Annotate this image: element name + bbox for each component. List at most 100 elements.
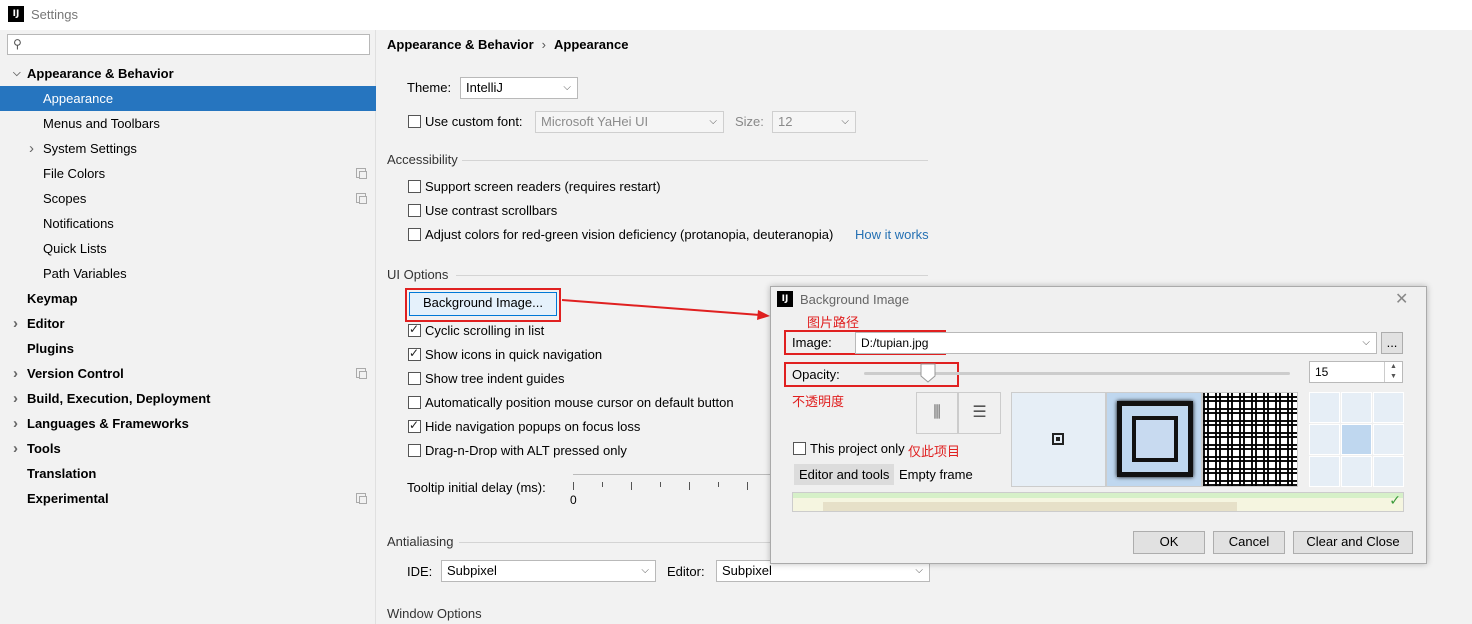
chevron-right-icon[interactable]: › bbox=[13, 311, 18, 336]
chevron-right-icon[interactable]: › bbox=[13, 436, 18, 461]
sidebar-item-label: Version Control bbox=[27, 366, 124, 381]
tab-empty-frame[interactable]: Empty frame bbox=[894, 464, 978, 485]
image-path-input[interactable]: D:/tupian.jpg ⌵ bbox=[855, 332, 1377, 354]
flip-vertical-icon[interactable]: ☰ bbox=[958, 392, 1001, 434]
ui-option-label: Show tree indent guides bbox=[425, 371, 565, 386]
size-select[interactable]: 12 ⌵ bbox=[772, 111, 856, 133]
flip-horizontal-icon[interactable]: ⫼ bbox=[916, 392, 958, 434]
project-only-checkbox[interactable] bbox=[793, 442, 806, 455]
anchor-cell[interactable] bbox=[1309, 392, 1340, 423]
tab-editor-and-tools[interactable]: Editor and tools bbox=[794, 464, 895, 485]
opacity-spinner[interactable]: 15 ▲ ▼ bbox=[1309, 361, 1403, 383]
ui-option-checkbox[interactable] bbox=[408, 444, 421, 457]
anchor-cell[interactable] bbox=[1373, 392, 1404, 423]
sidebar-item-quick-lists[interactable]: Quick Lists bbox=[0, 236, 376, 261]
ide-antialiasing-value: Subpixel bbox=[447, 563, 497, 578]
sidebar-item-system-settings[interactable]: › System Settings bbox=[0, 136, 376, 161]
theme-select[interactable]: IntelliJ ⌵ bbox=[460, 77, 578, 99]
close-icon[interactable]: ✕ bbox=[1395, 289, 1408, 309]
font-select[interactable]: Microsoft YaHei UI ⌵ bbox=[535, 111, 724, 133]
chevron-right-icon[interactable]: › bbox=[13, 411, 18, 436]
ui-option-label: Hide navigation popups on focus loss bbox=[425, 419, 641, 434]
sidebar-item-scopes[interactable]: Scopes bbox=[0, 186, 376, 211]
anchor-cell[interactable] bbox=[1373, 456, 1404, 487]
chevron-right-icon[interactable]: › bbox=[13, 361, 18, 386]
ok-button[interactable]: OK bbox=[1133, 531, 1205, 554]
sidebar-item-appearance[interactable]: Appearance bbox=[0, 86, 376, 111]
chevron-right-icon[interactable]: › bbox=[13, 386, 18, 411]
ui-option-checkbox[interactable] bbox=[408, 372, 421, 385]
ui-option-checkbox[interactable] bbox=[408, 396, 421, 409]
custom-font-label: Use custom font: bbox=[425, 114, 523, 129]
sidebar-item-label: Experimental bbox=[27, 491, 109, 506]
fill-mode-tile[interactable] bbox=[1202, 392, 1298, 487]
cancel-button[interactable]: Cancel bbox=[1213, 531, 1285, 554]
check-icon: ✓ bbox=[1389, 492, 1401, 508]
browse-button[interactable]: ... bbox=[1381, 332, 1403, 354]
sidebar-item-label: Keymap bbox=[27, 291, 78, 306]
anchor-cell[interactable] bbox=[1373, 424, 1404, 455]
sidebar-item-label: File Colors bbox=[43, 166, 106, 181]
sidebar-item-path-variables[interactable]: Path Variables bbox=[0, 261, 376, 286]
anchor-cell[interactable] bbox=[1309, 456, 1340, 487]
sidebar-item-translation[interactable]: Translation bbox=[0, 461, 376, 486]
ui-option-checkbox[interactable] bbox=[408, 346, 421, 361]
project-only-label: This project only bbox=[810, 441, 905, 456]
screen-readers-checkbox[interactable] bbox=[408, 180, 421, 193]
sidebar-item-label: Tools bbox=[27, 441, 61, 456]
sidebar-item-appearance-behavior[interactable]: ⌵ Appearance & Behavior bbox=[0, 61, 376, 86]
sidebar-item-keymap[interactable]: Keymap bbox=[0, 286, 376, 311]
project-settings-icon bbox=[356, 193, 367, 204]
sidebar-item-experimental[interactable]: Experimental bbox=[0, 486, 376, 511]
anchor-cell[interactable] bbox=[1341, 456, 1372, 487]
anchor-cell[interactable] bbox=[1341, 392, 1372, 423]
title-bar bbox=[0, 0, 1472, 30]
ui-options-section-title: UI Options bbox=[387, 267, 449, 282]
opacity-slider-thumb[interactable] bbox=[919, 362, 937, 387]
sidebar-item-plugins[interactable]: Plugins bbox=[0, 336, 376, 361]
accessibility-section-title: Accessibility bbox=[387, 152, 458, 167]
sidebar-item-languages-frameworks[interactable]: › Languages & Frameworks bbox=[0, 411, 376, 436]
sidebar-item-build-execution-deployment[interactable]: › Build, Execution, Deployment bbox=[0, 386, 376, 411]
chevron-down-icon: ⌵ bbox=[709, 116, 717, 127]
contrast-scrollbars-checkbox[interactable] bbox=[408, 204, 421, 217]
tooltip-delay-label: Tooltip initial delay (ms): bbox=[407, 480, 546, 495]
anchor-cell[interactable] bbox=[1341, 424, 1372, 455]
sidebar-item-notifications[interactable]: Notifications bbox=[0, 211, 376, 236]
sidebar-item-version-control[interactable]: › Version Control bbox=[0, 361, 376, 386]
chevron-down-icon[interactable]: ⌵ bbox=[13, 61, 21, 86]
contrast-scrollbars-label: Use contrast scrollbars bbox=[425, 203, 558, 218]
fill-mode-center[interactable] bbox=[1011, 392, 1106, 487]
chevron-down-icon: ⌵ bbox=[1362, 337, 1370, 348]
sidebar-item-label: Menus and Toolbars bbox=[43, 116, 160, 131]
fill-mode-scale[interactable] bbox=[1106, 392, 1202, 487]
spinner-arrows-icon[interactable]: ▲ ▼ bbox=[1384, 362, 1402, 382]
sidebar-item-file-colors[interactable]: File Colors bbox=[0, 161, 376, 186]
slider-tick bbox=[718, 482, 719, 487]
slider-tick bbox=[660, 482, 661, 487]
anchor-cell[interactable] bbox=[1309, 424, 1340, 455]
ide-antialiasing-select[interactable]: Subpixel ⌵ bbox=[441, 560, 656, 582]
sidebar-item-editor[interactable]: › Editor bbox=[0, 311, 376, 336]
preview-strip bbox=[793, 493, 1403, 498]
custom-font-checkbox[interactable] bbox=[408, 115, 421, 128]
sidebar-item-menus-and-toolbars[interactable]: Menus and Toolbars bbox=[0, 111, 376, 136]
ui-option-checkbox[interactable] bbox=[408, 322, 421, 337]
slider-tick bbox=[602, 482, 603, 487]
background-image-button[interactable]: Background Image... bbox=[409, 292, 557, 316]
annotation-image-path: 图片路径 bbox=[807, 315, 860, 330]
sidebar-item-label: Build, Execution, Deployment bbox=[27, 391, 211, 406]
sidebar-item-tools[interactable]: › Tools bbox=[0, 436, 376, 461]
breadcrumb-parent[interactable]: Appearance & Behavior bbox=[387, 37, 534, 52]
image-label: Image: bbox=[792, 335, 832, 350]
font-value: Microsoft YaHei UI bbox=[541, 114, 649, 129]
search-input[interactable]: ⚲ bbox=[7, 34, 370, 55]
how-it-works-link[interactable]: How it works bbox=[855, 227, 929, 242]
ui-option-checkbox[interactable] bbox=[408, 418, 421, 433]
tooltip-slider-track[interactable] bbox=[573, 474, 773, 475]
adjust-colors-checkbox[interactable] bbox=[408, 228, 421, 241]
clear-and-close-button[interactable]: Clear and Close bbox=[1293, 531, 1413, 554]
chevron-right-icon[interactable]: › bbox=[29, 136, 34, 161]
tooltip-min-label: 0 bbox=[570, 493, 577, 507]
section-divider bbox=[456, 275, 928, 276]
